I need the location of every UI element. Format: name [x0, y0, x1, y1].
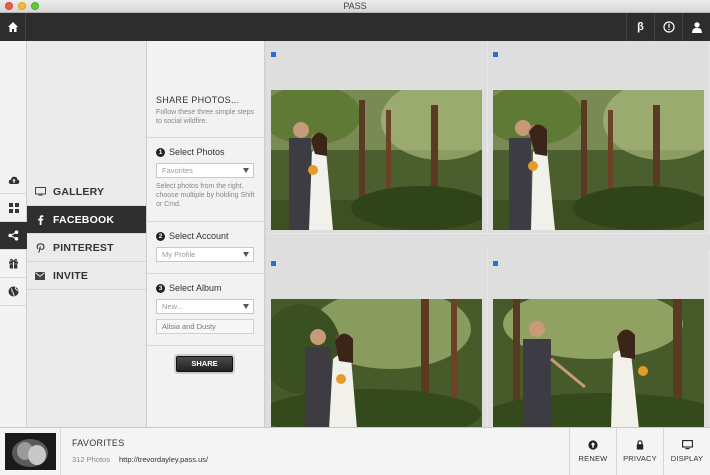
divider [147, 345, 265, 346]
monitor-icon [34, 187, 46, 196]
gift-icon [9, 258, 18, 269]
beta-label: β [637, 21, 644, 33]
photo-cell[interactable] [488, 250, 710, 443]
divider [60, 428, 61, 475]
photos-select[interactable]: Favorites [156, 163, 254, 178]
help-icon [662, 21, 675, 33]
share-steps-panel: SHARE PHOTOS... Follow these three simpl… [147, 41, 265, 427]
share-icon [8, 230, 19, 241]
user-account-button[interactable] [682, 13, 710, 41]
step-label: Select Photos [169, 147, 225, 157]
envelope-icon [35, 271, 45, 280]
step-label: Select Album [169, 283, 222, 293]
favorites-thumbnail[interactable] [5, 433, 56, 470]
rail-item-share[interactable] [0, 222, 27, 250]
chevron-down-icon [243, 168, 249, 173]
display-button[interactable]: DISPLAY [663, 428, 710, 475]
select-photos-hint: Select photos from the right, choose mul… [156, 183, 255, 208]
top-app-bar: β [0, 13, 710, 41]
renew-button[interactable]: RENEW [569, 428, 616, 475]
menu-item-invite[interactable]: INVITE [27, 262, 146, 290]
rail-item-gallery[interactable] [0, 194, 27, 222]
arrow-up-circle-icon [588, 440, 598, 450]
step-1-heading: 1 Select Photos [156, 147, 225, 157]
help-button[interactable] [654, 13, 682, 41]
selection-checkbox[interactable] [271, 52, 276, 57]
facebook-icon [37, 214, 43, 225]
wedding-couple-smile-photo[interactable] [271, 299, 482, 429]
beta-button[interactable]: β [626, 13, 654, 41]
account-select[interactable]: My Profile [156, 247, 254, 262]
menu-item-label: PINTEREST [53, 241, 114, 254]
share-menu: GALLERY FACEBOOK PINTEREST INVITE [27, 41, 147, 427]
user-icon [691, 22, 702, 33]
photo-count: 312 Photos [72, 455, 110, 464]
photo-cell[interactable] [266, 41, 488, 234]
globe-icon [8, 286, 19, 297]
selection-checkbox[interactable] [493, 52, 498, 57]
step-2-heading: 2 Select Account [156, 231, 229, 241]
rail-item-upload[interactable] [0, 166, 27, 194]
divider [147, 273, 265, 274]
lock-icon [636, 440, 644, 450]
chevron-down-icon [243, 252, 249, 257]
panel-title: SHARE PHOTOS... [156, 95, 240, 105]
home-button[interactable] [0, 13, 26, 41]
selection-checkbox[interactable] [493, 261, 498, 266]
rail-item-gift[interactable] [0, 250, 27, 278]
window-titlebar: PASS [0, 0, 710, 13]
album-select[interactable]: New... [156, 299, 254, 314]
wedding-couple-walking-photo[interactable] [493, 299, 704, 429]
gallery-url-link[interactable]: http://trevordayley.pass.us/ [119, 455, 208, 464]
home-icon [7, 22, 18, 32]
privacy-button[interactable]: PRIVACY [616, 428, 663, 475]
selection-checkbox[interactable] [271, 261, 276, 266]
cloud-upload-icon [8, 176, 19, 184]
icon-rail [0, 41, 27, 427]
menu-item-gallery[interactable]: GALLERY [27, 178, 146, 206]
photo-cell[interactable] [266, 250, 488, 443]
album-name-field[interactable]: Alisia and Dusty [156, 319, 254, 334]
menu-item-facebook[interactable]: FACEBOOK [27, 206, 146, 234]
share-button[interactable]: SHARE [176, 356, 233, 372]
menu-item-label: INVITE [53, 269, 89, 282]
bottom-bar: FAVORITES 312 Photos http://trevordayley… [0, 427, 710, 475]
select-value: My Profile [162, 250, 196, 259]
wedding-couple-kiss-photo[interactable] [493, 90, 704, 230]
grid-icon [8, 202, 19, 213]
divider [147, 137, 265, 138]
button-label: PRIVACY [623, 454, 657, 463]
window-title: PASS [343, 1, 367, 11]
select-value: New... [162, 302, 183, 311]
menu-item-label: GALLERY [53, 185, 105, 198]
monitor-icon [681, 440, 693, 450]
wedding-couple-kiss-photo[interactable] [271, 90, 482, 230]
step-label: Select Account [169, 231, 229, 241]
button-label: RENEW [578, 454, 608, 463]
divider [147, 221, 265, 222]
menu-item-pinterest[interactable]: PINTEREST [27, 234, 146, 262]
photo-cell[interactable] [488, 41, 710, 234]
chevron-down-icon [243, 304, 249, 309]
button-label: DISPLAY [670, 454, 704, 463]
step-number-badge: 2 [156, 231, 165, 241]
step-3-heading: 3 Select Album [156, 283, 222, 293]
photo-gallery [266, 41, 710, 443]
pinterest-icon [36, 242, 44, 253]
step-number-badge: 1 [156, 147, 165, 157]
rail-item-globe[interactable] [0, 278, 27, 306]
step-number-badge: 3 [156, 283, 165, 293]
collection-title: FAVORITES [72, 438, 125, 448]
menu-item-label: FACEBOOK [53, 213, 115, 226]
select-value: Favorites [162, 166, 193, 175]
panel-intro: Follow these three simple steps to socia… [156, 109, 255, 125]
